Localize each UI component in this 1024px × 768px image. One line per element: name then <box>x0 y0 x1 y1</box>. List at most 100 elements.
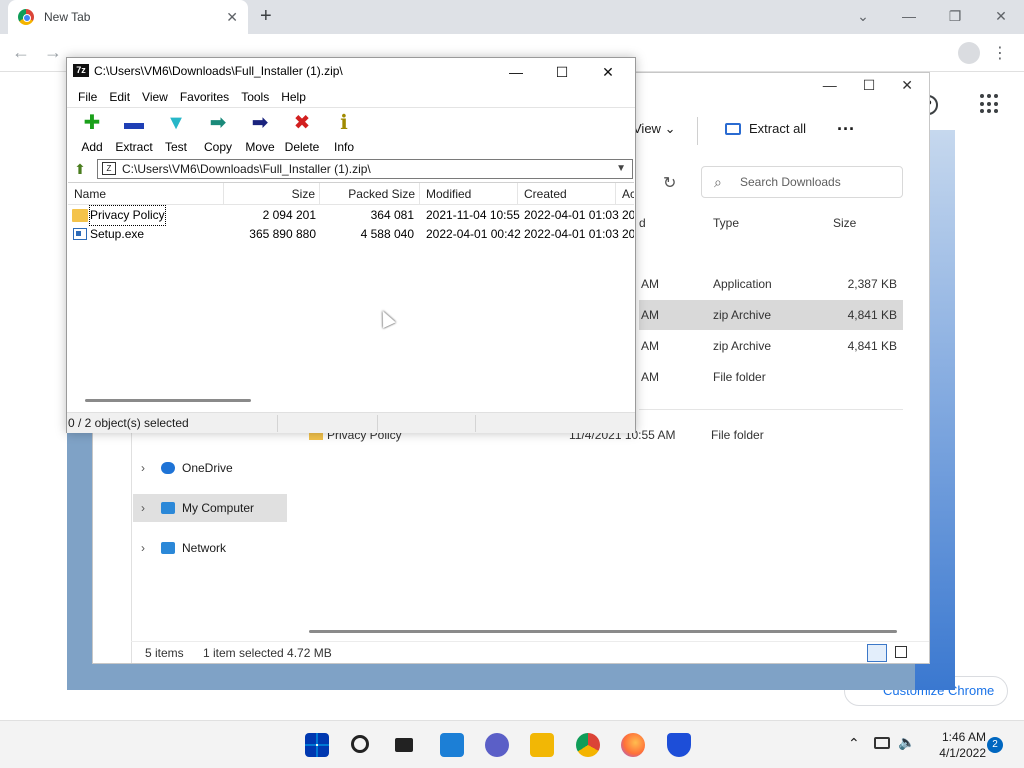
tab-new-tab[interactable]: New Tab ✕ <box>8 0 248 34</box>
menu-file[interactable]: File <box>72 87 103 107</box>
chrome-icon[interactable] <box>576 733 600 757</box>
menu-favorites[interactable]: Favorites <box>174 87 235 107</box>
file-row[interactable]: AM File folder <box>639 362 903 392</box>
new-tab-button[interactable]: + <box>260 5 272 28</box>
apps-grid-icon[interactable] <box>980 94 1000 114</box>
menu-tools[interactable]: Tools <box>235 87 275 107</box>
file-row[interactable]: AM Application 2,387 KB <box>639 269 903 299</box>
nav-item-my-computer[interactable]: › My Computer <box>133 494 287 522</box>
column-name[interactable]: Name <box>68 183 224 205</box>
nav-pane-border <box>131 403 132 663</box>
add-button[interactable]: ✚ Add <box>71 110 113 156</box>
column-type[interactable]: Type <box>713 216 739 230</box>
copy-button[interactable]: ➡ Copy <box>197 110 239 156</box>
tab-close-icon[interactable]: ✕ <box>226 9 238 26</box>
menu-help[interactable]: Help <box>275 87 312 107</box>
dropdown-arrow-icon[interactable]: ▼ <box>616 160 626 178</box>
explorer-close-button[interactable]: ✕ <box>901 77 913 94</box>
test-button[interactable]: ▼ Test <box>155 110 197 156</box>
file-row[interactable]: AM zip Archive 4,841 KB <box>639 331 903 361</box>
tab-search-chevron-icon[interactable]: ⌄ <box>840 0 886 32</box>
start-icon[interactable] <box>305 733 329 757</box>
tool-label: Extract <box>115 140 153 154</box>
address-combobox[interactable]: Z C:\Users\VM6\Downloads\Full_Installer … <box>97 159 633 179</box>
sevenzip-minimize-button[interactable]: — <box>493 58 539 86</box>
row-time: AM <box>641 339 659 353</box>
sevenzip-close-button[interactable]: ✕ <box>585 58 631 86</box>
archive-row-exe[interactable]: Setup.exe 365 890 880 4 588 040 2022-04-… <box>68 225 634 244</box>
column-accessed[interactable]: Ac <box>616 183 634 205</box>
sevenzip-status-bar: 0 / 2 object(s) selected <box>67 412 635 433</box>
chrome-favicon-icon <box>18 9 34 25</box>
tool-label: Move <box>245 140 275 154</box>
volume-icon[interactable]: 🔈 <box>898 734 915 751</box>
column-created[interactable]: Created <box>518 183 616 205</box>
profile-avatar[interactable] <box>958 42 980 64</box>
archive-row-folder[interactable]: Privacy Policy 2 094 201 364 081 2021-11… <box>68 205 634 226</box>
column-packed-size[interactable]: Packed Size <box>320 183 420 205</box>
network-tray-icon[interactable] <box>874 737 890 749</box>
expand-chevron-icon[interactable]: › <box>141 454 145 482</box>
list-header: Name Size Packed Size Modified Created A… <box>68 183 634 205</box>
file-created: 2022-04-01 01:03 <box>524 208 619 222</box>
nav-item-network[interactable]: › Network <box>133 534 287 562</box>
delete-button[interactable]: ✖ Delete <box>281 110 323 156</box>
notification-badge[interactable]: 2 <box>987 737 1003 753</box>
file-size: 2 094 201 <box>262 208 316 222</box>
refresh-icon[interactable]: ↻ <box>663 173 676 193</box>
widgets-icon[interactable] <box>440 733 464 757</box>
file-modified: 2022-04-01 00:42 <box>426 227 521 241</box>
more-options-icon[interactable]: ··· <box>837 119 855 140</box>
extract-button[interactable]: ▬ Extract <box>113 110 155 156</box>
nav-item-onedrive[interactable]: › OneDrive <box>133 454 287 482</box>
tiles-view-icon[interactable] <box>895 646 907 658</box>
move-button[interactable]: ➡ Move <box>239 110 281 156</box>
tool-label: Delete <box>284 140 320 154</box>
copy-icon: ➡ <box>209 112 227 134</box>
column-size[interactable]: Size <box>833 216 856 230</box>
expand-chevron-icon[interactable]: › <box>141 494 145 522</box>
row-time: AM <box>641 370 659 384</box>
back-arrow-icon[interactable]: ← <box>12 42 30 63</box>
explorer-maximize-button[interactable]: ☐ <box>863 77 876 94</box>
search-downloads-input[interactable]: Search Downloads <box>701 166 903 198</box>
address-path: C:\Users\VM6\Downloads\Full_Installer (1… <box>122 162 371 176</box>
restore-button[interactable]: ❐ <box>932 0 978 32</box>
search-icon[interactable] <box>351 735 369 753</box>
horizontal-scrollbar[interactable] <box>309 630 897 633</box>
menu-view[interactable]: View <box>136 87 174 107</box>
firefox-icon[interactable] <box>621 733 645 757</box>
folder-icon <box>72 209 88 222</box>
system-clock[interactable]: 1:46 AM 4/1/2022 <box>930 729 986 761</box>
close-button[interactable]: ✕ <box>978 0 1024 32</box>
menu-edit[interactable]: Edit <box>103 87 136 107</box>
chat-icon[interactable] <box>485 733 509 757</box>
zip-file-icon: Z <box>102 162 116 175</box>
view-menu-button[interactable]: View ⌄ <box>633 121 675 137</box>
extract-all-button[interactable]: Extract all <box>725 121 806 136</box>
explorer-minimize-button[interactable]: — <box>823 77 837 94</box>
forward-arrow-icon[interactable]: → <box>44 42 62 63</box>
row-size: 4,841 KB <box>847 308 897 322</box>
column-size[interactable]: Size <box>224 183 320 205</box>
column-date-partial: d <box>639 216 646 230</box>
show-hidden-icons-chevron-icon[interactable]: ⌃ <box>848 735 860 752</box>
details-view-icon[interactable] <box>867 644 887 662</box>
expand-chevron-icon[interactable]: › <box>141 534 145 562</box>
minimize-button[interactable]: — <box>886 0 932 32</box>
list-horizontal-scrollbar[interactable] <box>85 399 251 402</box>
move-icon: ➡ <box>251 112 269 134</box>
task-view-icon[interactable] <box>395 738 413 752</box>
file-explorer-icon[interactable] <box>530 733 554 757</box>
up-folder-icon[interactable]: ⬆ <box>71 161 89 177</box>
chrome-menu-icon[interactable]: ⋮ <box>992 43 1008 63</box>
column-modified[interactable]: Modified <box>420 183 518 205</box>
malwarebytes-icon[interactable] <box>667 733 691 757</box>
tool-label: Info <box>333 140 354 154</box>
file-row-selected[interactable]: AM zip Archive 4,841 KB <box>639 300 903 330</box>
sevenzip-maximize-button[interactable]: ☐ <box>539 58 585 86</box>
cloud-icon <box>161 462 175 474</box>
item-count: 5 items <box>145 646 184 660</box>
info-button[interactable]: ℹ Info <box>323 110 365 156</box>
file-name: Privacy Policy <box>89 205 166 226</box>
